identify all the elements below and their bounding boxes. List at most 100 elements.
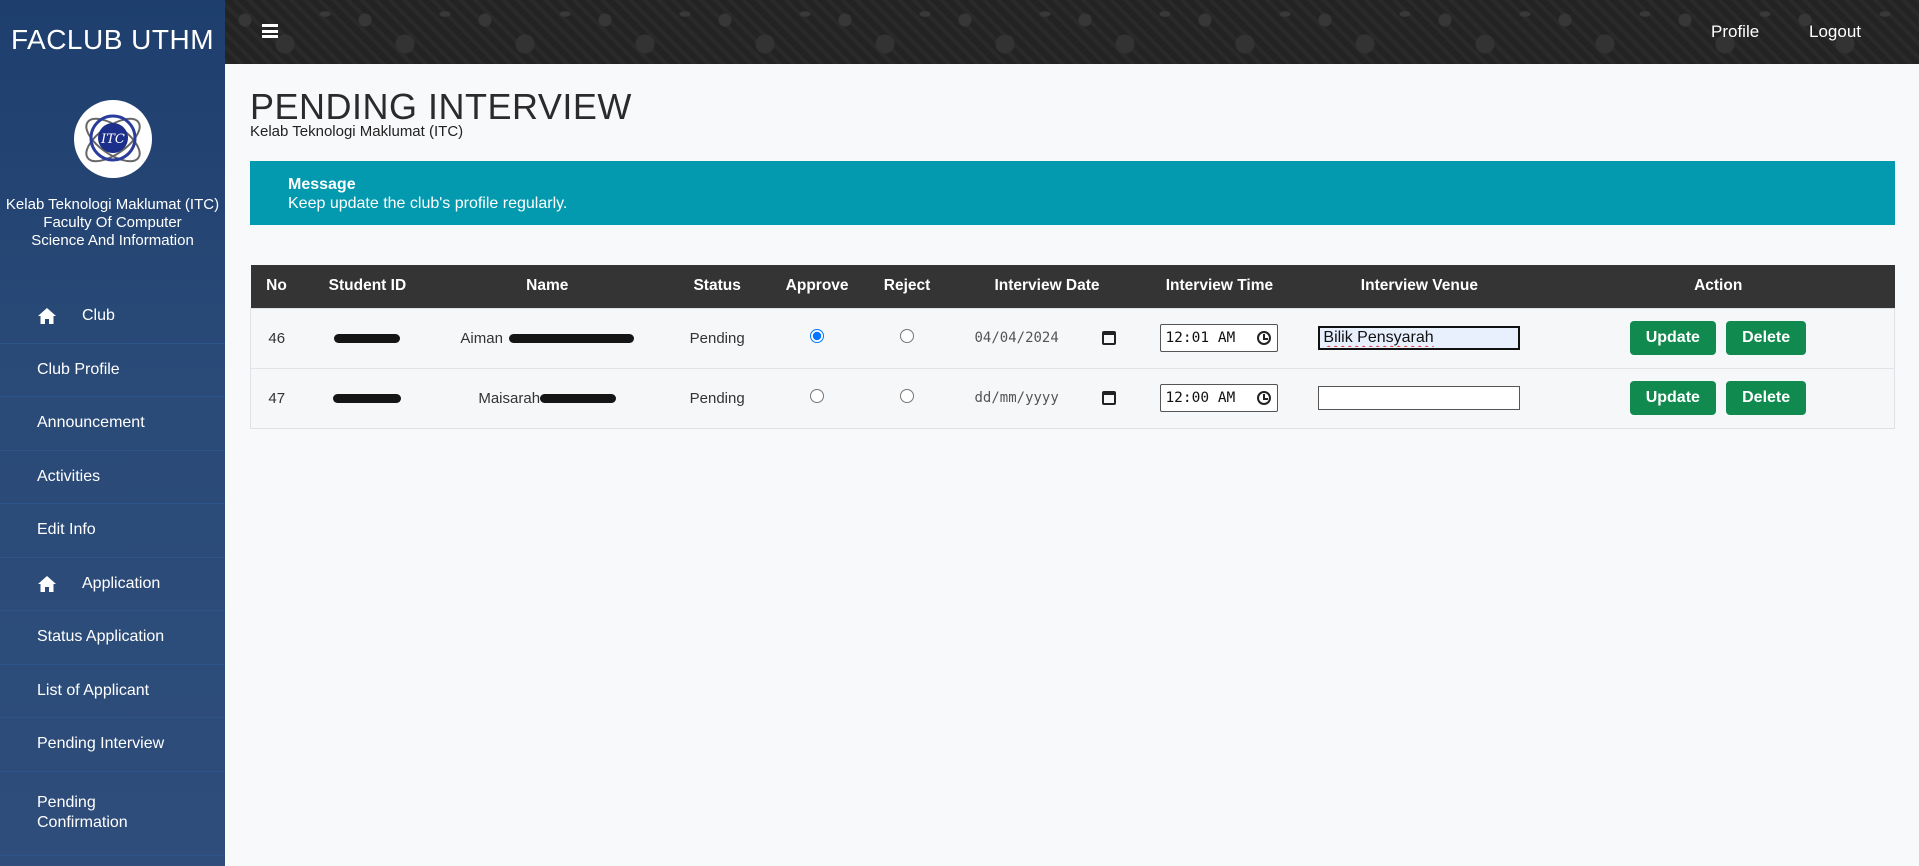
club-logo-emblem: ITC	[85, 114, 141, 163]
delete-button[interactable]: Delete	[1726, 321, 1807, 355]
header-interview-venue: Interview Venue	[1360, 277, 1478, 295]
hamburger-icon[interactable]	[262, 24, 278, 38]
sidebar-menu: Club Club Profile Announcement Activitie…	[0, 290, 225, 856]
interview-date-input[interactable]: 04/04/2024	[975, 325, 1120, 351]
row-interview-time: 12:01 AM	[1142, 308, 1297, 368]
redacted-name	[509, 334, 635, 344]
row-interview-date: dd/mm/yyyy	[952, 368, 1142, 428]
sidebar-item-application[interactable]: Application	[0, 558, 225, 611]
table-header-row: No Student ID Name Status Approve Reject…	[250, 265, 1895, 308]
row-reject	[862, 368, 952, 428]
approve-radio[interactable]	[810, 329, 825, 343]
row-reject	[862, 308, 952, 368]
page-title: PENDING INTERVIEW	[250, 86, 632, 127]
calendar-icon[interactable]	[1101, 331, 1116, 345]
row-name: Aiman	[432, 308, 662, 368]
header-status: Status	[693, 277, 741, 295]
row-interview-venue	[1297, 308, 1542, 368]
row-interview-date: 04/04/2024	[952, 308, 1142, 368]
interview-time-input[interactable]: 12:01 AM	[1160, 324, 1279, 352]
alert-text: Keep update the club's profile regularly…	[288, 195, 568, 212]
interview-date-value: dd/mm/yyyy	[974, 390, 1059, 406]
row-name-text: Maisarah	[478, 389, 541, 407]
header-interview-time: Interview Time	[1165, 277, 1274, 295]
row-action: Update Delete	[1542, 308, 1895, 368]
redacted-name	[540, 394, 617, 404]
update-button[interactable]: Update	[1629, 321, 1716, 355]
sidebar: FACLUB UTHM ITC Kelab Teknologi Maklumat…	[0, 0, 225, 866]
sidebar-item-status-application[interactable]: Status Application	[0, 611, 225, 665]
message-alert: Message Keep update the club's profile r…	[250, 161, 1895, 225]
table-row: 46 Aiman Pending 04/04/2024 12:01 AM Upd…	[250, 308, 1895, 368]
sidebar-item-club-profile[interactable]: Club Profile	[0, 344, 225, 397]
home-icon	[37, 307, 59, 325]
sidebar-item-club[interactable]: Club	[0, 290, 225, 344]
row-name-text: Aiman	[460, 329, 503, 347]
sidebar-item-pending-confirmation[interactable]: Pending Confirmation	[0, 772, 225, 856]
header-student-id: Student ID	[328, 277, 407, 295]
sidebar-item-label: Pending Confirmation	[37, 794, 128, 831]
row-student-id	[302, 368, 432, 428]
table-row: 47 Maisarah Pending dd/mm/yyyy 12:00 AM …	[250, 368, 1895, 428]
interview-time-input[interactable]: 12:00 AM	[1160, 384, 1279, 412]
sidebar-item-edit-info[interactable]: Edit Info	[0, 504, 225, 558]
interview-venue-input[interactable]	[1318, 386, 1521, 410]
interview-time-value: 12:01 AM	[1165, 330, 1236, 346]
sidebar-item-activities[interactable]: Activities	[0, 451, 225, 504]
row-no: 46	[268, 329, 286, 347]
reject-radio[interactable]	[900, 389, 915, 403]
sidebar-item-list-of-applicant[interactable]: List of Applicant	[0, 665, 225, 718]
sidebar-item-label: Edit Info	[37, 521, 96, 539]
interview-date-input[interactable]: dd/mm/yyyy	[975, 385, 1120, 411]
page-subtitle: Kelab Teknologi Maklumat (ITC)	[250, 123, 464, 140]
clock-icon[interactable]	[1257, 331, 1272, 345]
sidebar-item-label: Pending Interview	[37, 735, 165, 753]
club-logo: ITC	[74, 100, 152, 178]
row-status: Pending	[689, 329, 745, 347]
row-name: Maisarah	[432, 368, 662, 428]
sidebar-item-pending-interview[interactable]: Pending Interview	[0, 718, 225, 772]
redacted-student-id	[334, 334, 401, 344]
row-no: 47	[268, 389, 286, 407]
sidebar-item-label: Club Profile	[37, 360, 120, 378]
topbar-pattern	[225, 0, 1919, 64]
profile-link[interactable]: Profile	[1711, 22, 1759, 42]
brand-title[interactable]: FACLUB UTHM	[0, 24, 225, 56]
sidebar-item-label: Activities	[37, 467, 101, 485]
home-icon	[37, 575, 59, 593]
row-interview-time: 12:00 AM	[1142, 368, 1297, 428]
interview-venue-input[interactable]	[1318, 326, 1521, 350]
pending-interview-table: No Student ID Name Status Approve Reject…	[250, 265, 1895, 429]
sidebar-item-label: Announcement	[37, 414, 145, 432]
header-name: Name	[526, 277, 569, 295]
update-button[interactable]: Update	[1629, 381, 1716, 415]
interview-time-value: 12:00 AM	[1165, 390, 1236, 406]
approve-radio[interactable]	[810, 389, 825, 403]
header-approve: Approve	[785, 277, 849, 295]
sidebar-item-label: Club	[82, 307, 115, 325]
calendar-icon[interactable]	[1101, 391, 1116, 405]
alert-title: Message	[288, 176, 356, 193]
topbar: Profile Logout	[225, 0, 1919, 64]
club-info: Kelab Teknologi Maklumat (ITC) Faculty O…	[0, 196, 225, 250]
delete-button[interactable]: Delete	[1726, 381, 1807, 415]
row-approve	[772, 368, 862, 428]
row-interview-venue	[1297, 368, 1542, 428]
sidebar-item-label: Status Application	[37, 628, 165, 646]
header-action: Action	[1694, 277, 1743, 295]
logout-link[interactable]: Logout	[1809, 22, 1861, 42]
club-name: Kelab Teknologi Maklumat (ITC)	[5, 196, 220, 213]
sidebar-item-label: List of Applicant	[37, 681, 150, 699]
faculty-name: Faculty Of Computer Science And Informat…	[31, 214, 194, 249]
row-action: Update Delete	[1542, 368, 1895, 428]
logo-text: ITC	[100, 132, 125, 147]
row-status: Pending	[689, 389, 745, 407]
clock-icon[interactable]	[1257, 391, 1272, 405]
sidebar-item-announcement[interactable]: Announcement	[0, 397, 225, 451]
reject-radio[interactable]	[900, 329, 915, 343]
header-reject: Reject	[883, 277, 931, 295]
redacted-student-id	[333, 394, 402, 404]
row-student-id	[302, 308, 432, 368]
sidebar-item-label: Application	[82, 574, 161, 592]
header-no: No	[266, 277, 287, 295]
